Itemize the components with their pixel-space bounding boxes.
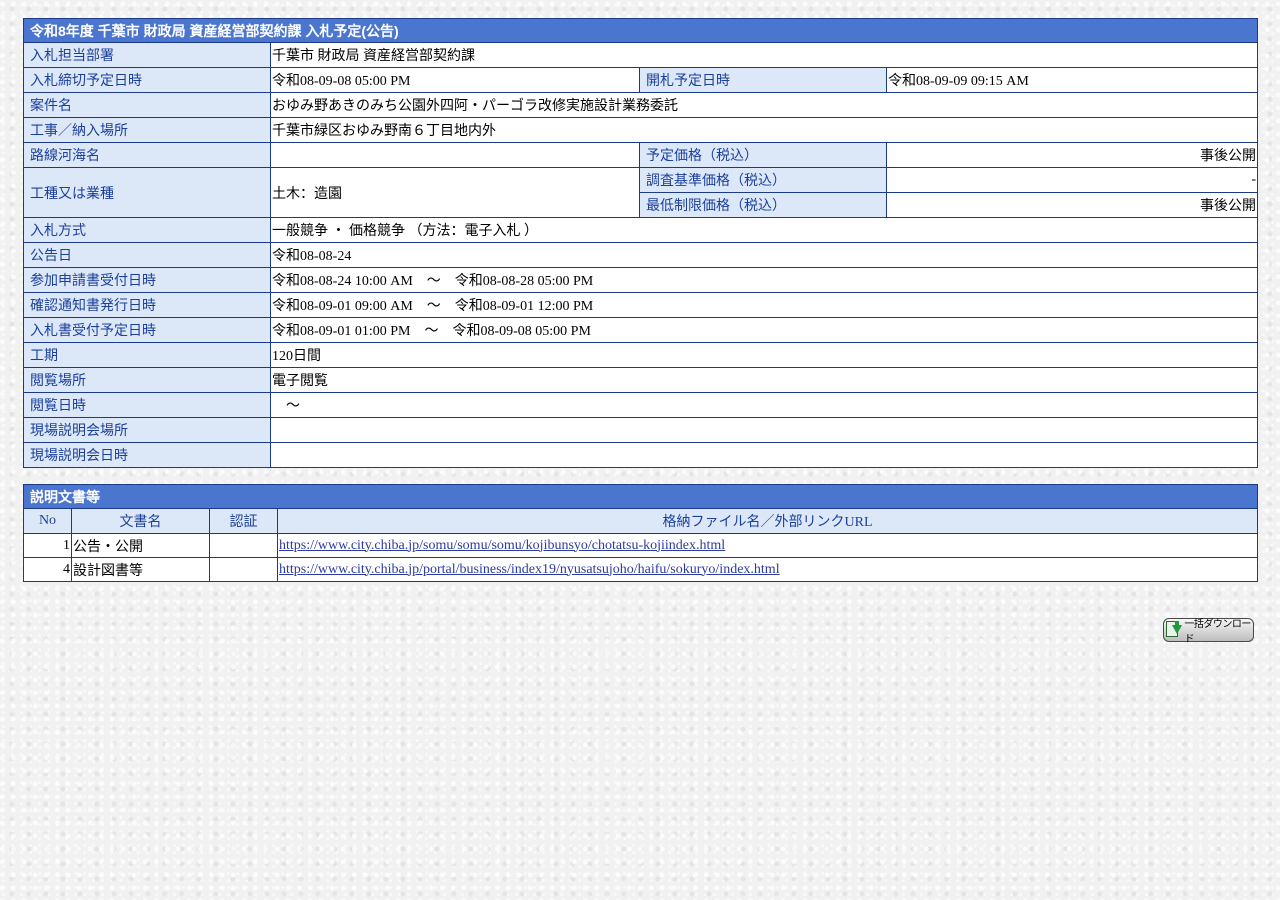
survey-price-label: 調査基準価格（税込） [639,167,887,193]
viewing-date-label: 閲覧日時 [23,392,271,418]
application-period-label: 参加申請書受付日時 [23,267,271,293]
notice-date-label: 公告日 [23,242,271,268]
confirmation-period-value: 令和08-09-01 09:00 AM ～ 令和08-09-01 12:00 P… [269,292,1259,318]
confirmation-period-label: 確認通知書発行日時 [23,292,271,318]
briefing-date-label: 現場説明会日時 [23,442,271,468]
term-label: 工期 [23,342,271,368]
column-header-auth: 認証 [209,508,278,534]
location-label: 工事／納入場所 [23,117,271,143]
opening-label: 開札予定日時 [639,67,887,93]
route-label: 路線河海名 [23,142,271,168]
project-name-value: おゆみ野あきのみち公園外四阿・パーゴラ改修実施設計業務委託 [269,92,1259,118]
table-row: 4 設計図書等 https://www.city.chiba.jp/portal… [23,557,1258,582]
planned-price-value: 事後公開 [885,142,1259,168]
column-header-name: 文書名 [71,508,210,534]
bulk-download-label: 一括ダウンロード [1184,619,1251,645]
department-value: 千葉市 財政局 資産経営部契約課 [269,42,1259,68]
application-period-value: 令和08-08-24 10:00 AM ～ 令和08-08-28 05:00 P… [269,267,1259,293]
planned-price-label: 予定価格（税込） [639,142,887,168]
bid-notice-table: 令和8年度 千葉市 財政局 資産経営部契約課 入札予定(公告) 入札担当部署 千… [22,18,1259,468]
doc-name: 設計図書等 [71,557,210,582]
work-type-label: 工種又は業種 [23,167,271,218]
bid-method-label: 入札方式 [23,217,271,243]
doc-auth [209,557,278,582]
doc-auth [209,533,278,558]
doc-no: 1 [23,533,72,558]
notice-title: 令和8年度 千葉市 財政局 資産経営部契約課 入札予定(公告) [22,18,1259,43]
column-header-no: No [23,508,72,534]
location-value: 千葉市緑区おゆみ野南６丁目地内外 [269,117,1259,143]
doc-no: 4 [23,557,72,582]
briefing-date-value [269,442,1259,468]
table-row: 1 公告・公開 https://www.city.chiba.jp/somu/s… [23,533,1258,558]
deadline-label: 入札締切予定日時 [23,67,271,93]
bid-reception-label: 入札書受付予定日時 [23,317,271,343]
doc-link[interactable]: https://www.city.chiba.jp/portal/busines… [279,562,780,577]
term-value: 120日間 [269,342,1259,368]
route-value [270,142,640,168]
bulk-download-button[interactable]: 一括ダウンロード [1163,618,1254,645]
documents-title: 説明文書等 [23,484,1258,509]
documents-table: 説明文書等 No 文書名 認証 格納ファイル名／外部リンクURL 1 公告・公開… [23,484,1258,582]
download-icon [1166,621,1182,639]
bid-reception-value: 令和08-09-01 01:00 PM ～ 令和08-09-08 05:00 P… [269,317,1259,343]
deadline-value: 令和08-09-08 05:00 PM [270,67,640,93]
briefing-place-label: 現場説明会場所 [23,417,271,443]
survey-price-value: - [885,167,1259,193]
viewing-date-value: ～ [269,392,1259,418]
opening-value: 令和08-09-09 09:15 AM [885,67,1259,93]
department-label: 入札担当部署 [23,42,271,68]
doc-name: 公告・公開 [71,533,210,558]
min-price-value: 事後公開 [885,192,1259,218]
viewing-place-label: 閲覧場所 [23,367,271,393]
viewing-place-value: 電子閲覧 [269,367,1259,393]
briefing-place-value [269,417,1259,443]
bid-method-value: 一般競争 ・ 価格競争 （方法：電子入札 ） [269,217,1259,243]
work-type-value: 土木：造園 [270,167,640,218]
notice-date-value: 令和08-08-24 [269,242,1259,268]
min-price-label: 最低制限価格（税込） [639,192,887,218]
project-name-label: 案件名 [23,92,271,118]
page-content: 令和8年度 千葉市 財政局 資産経営部契約課 入札予定(公告) 入札担当部署 千… [22,18,1259,582]
doc-link[interactable]: https://www.city.chiba.jp/somu/somu/somu… [279,538,725,553]
column-header-file: 格納ファイル名／外部リンクURL [277,508,1258,534]
